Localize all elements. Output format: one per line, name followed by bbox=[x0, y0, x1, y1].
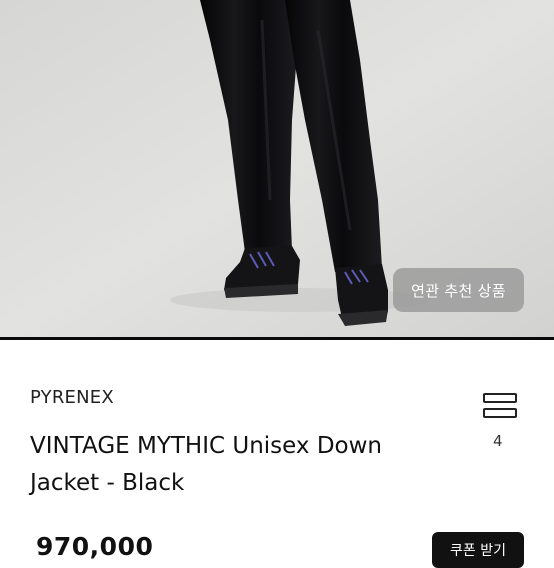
stack-bar-top bbox=[483, 393, 517, 403]
stack-bar-bottom bbox=[483, 408, 517, 418]
coupon-button[interactable]: 쿠폰 받기 bbox=[432, 532, 524, 568]
hero-divider bbox=[0, 337, 554, 340]
product-price: 970,000 bbox=[36, 532, 154, 561]
product-hero-image[interactable]: 연관 추천 상품 bbox=[0, 0, 554, 337]
product-title: VINTAGE MYTHIC Unisex Down Jacket - Blac… bbox=[30, 433, 382, 496]
brand-name[interactable]: PYRENEX bbox=[30, 387, 114, 408]
menu-count: 4 bbox=[493, 432, 503, 450]
stacked-bars-icon[interactable] bbox=[483, 389, 521, 423]
related-products-button[interactable]: 연관 추천 상품 bbox=[393, 268, 524, 312]
